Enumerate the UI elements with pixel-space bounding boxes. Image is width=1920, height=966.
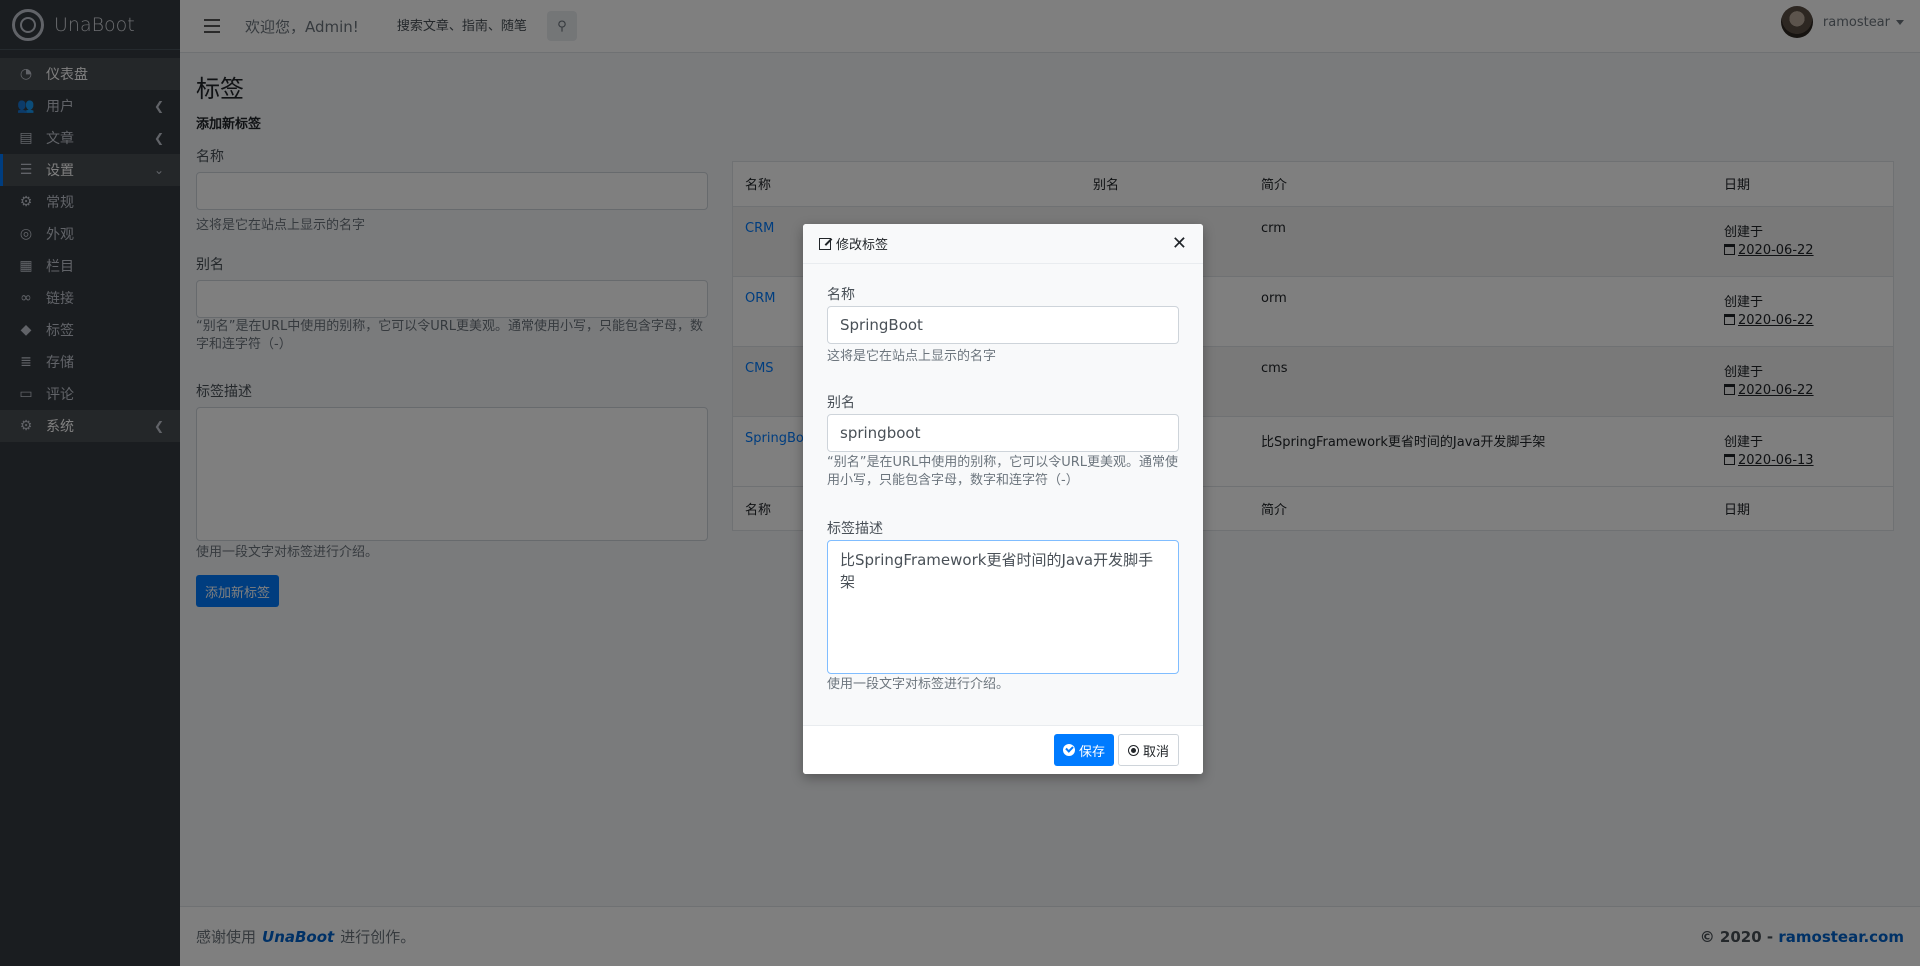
- modal-title-text: 修改标签: [836, 238, 889, 253]
- stop-circle-icon: [1127, 744, 1139, 756]
- modal-description-label: 标签描述: [827, 521, 883, 537]
- save-label: 保存: [1078, 744, 1105, 760]
- modal-description-help: 使用一段文字对标签进行介绍。: [827, 677, 1010, 692]
- modal-name-help: 这将是它在站点上显示的名字: [827, 349, 997, 364]
- modal-description-input[interactable]: 比SpringFramework更省时间的Java开发脚手架: [827, 540, 1179, 674]
- modal-body: 名称 这将是它在站点上显示的名字 别名 “别名”是在URL中使用的别称，它可以令…: [803, 264, 1203, 725]
- modal-footer: 保存 取消: [803, 725, 1203, 774]
- modal-name-input[interactable]: [827, 306, 1179, 344]
- cancel-label: 取消: [1142, 744, 1169, 760]
- cancel-button[interactable]: 取消: [1117, 734, 1179, 766]
- edit-tag-modal: 修改标签 ✕ 名称 这将是它在站点上显示的名字 别名 “别名”是在URL中使用的…: [803, 224, 1203, 774]
- check-circle-icon: [1062, 744, 1075, 756]
- modal-alias-help: “别名”是在URL中使用的别称，它可以令URL更美观。通常使用小写，只能包含字母…: [827, 455, 1179, 488]
- modal-name-label: 名称: [827, 287, 855, 303]
- modal-title: 修改标签: [819, 234, 888, 253]
- modal-header: 修改标签 ✕: [803, 224, 1203, 264]
- edit-icon: [819, 237, 831, 250]
- save-button[interactable]: 保存: [1053, 734, 1114, 766]
- modal-alias-label: 别名: [827, 395, 855, 411]
- modal-alias-input[interactable]: [827, 414, 1179, 452]
- close-icon[interactable]: ✕: [1172, 235, 1187, 253]
